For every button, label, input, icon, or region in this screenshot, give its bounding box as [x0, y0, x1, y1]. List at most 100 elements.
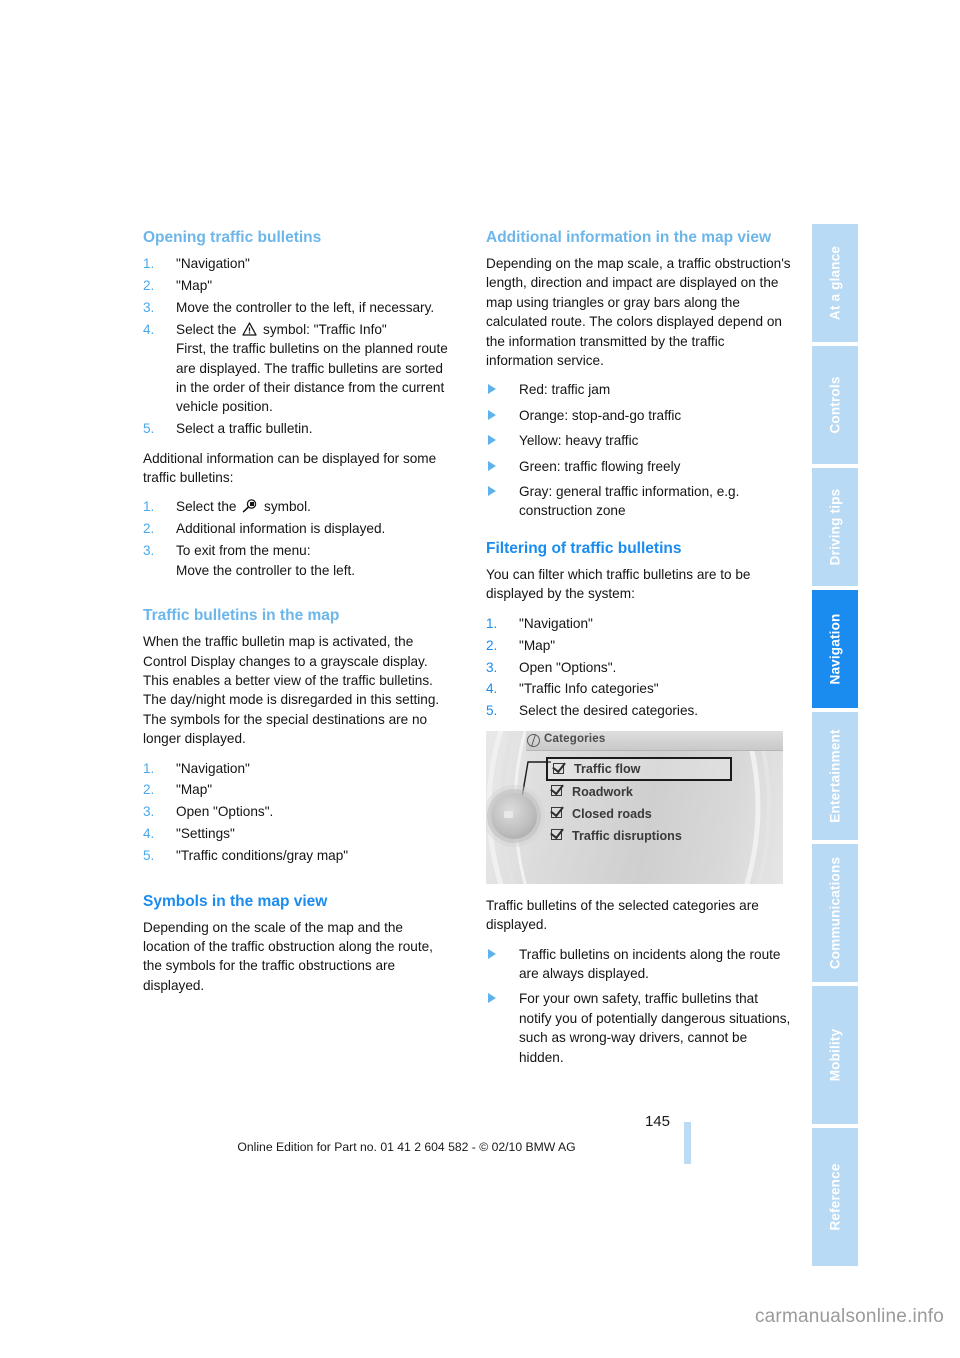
list-item-label: For your own safety, traffic bulletins t… [519, 991, 791, 1065]
figure-list-item-label: Traffic disruptions [572, 828, 682, 843]
list-item-label: Orange: stop-and-go traffic [519, 407, 682, 423]
heading-additional-information-map-view: Additional information in the map view [486, 229, 772, 246]
step-text-before-icon: Select the [176, 499, 237, 515]
step-number: 3. [143, 543, 155, 559]
step-text-after-icon: symbol. [264, 499, 311, 515]
triangle-bullet-icon [488, 409, 496, 420]
figure-list-item-label: Closed roads [572, 806, 652, 821]
step-item: 5. "Traffic conditions/gray map" [143, 846, 449, 865]
step-item: 2. "Map" [486, 636, 792, 655]
list-item: Traffic bulletins on incidents along the… [486, 945, 792, 984]
steps-opening-traffic-bulletins: 1. "Navigation" 2. "Map" 3. Move the con… [143, 254, 449, 439]
list-item: Red: traffic jam [486, 380, 792, 399]
step-item: 3. Move the controller to the left, if n… [143, 298, 449, 317]
step-number: 3. [143, 299, 155, 315]
steps-traffic-bulletins-map: 1. "Navigation" 2. "Map" 3. Open "Option… [143, 759, 449, 866]
step-text: Select a traffic bulletin. [176, 421, 313, 437]
step-item: 4. "Traffic Info categories" [486, 679, 792, 698]
sidebar-tab-entertainment[interactable]: Entertainment [812, 712, 858, 842]
step-item: 4. "Settings" [143, 824, 449, 843]
step-item: 2. "Map" [143, 276, 449, 295]
step-item: 4. Select the symbol: "Traffic Info" Fir… [143, 320, 449, 417]
sidebar-tab-label: Controls [827, 376, 843, 434]
triangle-bullet-icon [488, 384, 496, 395]
step-number: 2. [486, 637, 498, 653]
figure-category-list: Traffic flow Roadwork Closed roads Traff… [546, 756, 732, 847]
list-item-label: Green: traffic flowing freely [519, 458, 681, 474]
sidebar-tab-controls[interactable]: Controls [812, 346, 858, 466]
sidebar-tab-communications[interactable]: Communications [812, 844, 858, 984]
figure-list-item[interactable]: Traffic disruptions [546, 825, 732, 847]
page-number: 145 [644, 1113, 670, 1130]
figure-list-item-selected[interactable]: Traffic flow [546, 756, 732, 781]
step-number: 4. [143, 321, 155, 337]
sidebar-tab-at-a-glance[interactable]: At a glance [812, 224, 858, 344]
footer-accent-bar [684, 1122, 691, 1164]
figure-list-item[interactable]: Roadwork [546, 781, 732, 803]
list-item-label: Yellow: heavy traffic [519, 433, 639, 449]
step-number: 5. [486, 703, 498, 719]
step-text: Additional information is displayed. [176, 521, 386, 537]
footer-edition-line: Online Edition for Part no. 01 41 2 604 … [237, 1140, 576, 1154]
manual-page: At a glance Controls Driving tips Navigatio… [0, 0, 960, 1358]
step-text-before-icon: Select the [176, 321, 237, 337]
right-text-column: Additional information in the map view D… [486, 228, 792, 1077]
step-number: 3. [143, 804, 155, 820]
step-text: "Settings" [176, 826, 235, 842]
checkbox-checked-icon[interactable] [551, 784, 562, 796]
step-item: 1. "Navigation" [143, 759, 449, 778]
checkbox-checked-icon[interactable] [553, 762, 564, 774]
step-item: 3. Open "Options". [486, 658, 792, 677]
step-subtext: First, the traffic bulletins on the plan… [176, 341, 448, 415]
paragraph-filtering-intro: You can filter which traffic bulletins a… [486, 566, 751, 602]
step-item: 1. Select the symbol. [143, 497, 449, 516]
heading-opening-traffic-bulletins: Opening traffic bulletins [143, 229, 322, 246]
sidebar-tab-driving-tips[interactable]: Driving tips [812, 468, 858, 588]
sidebar-tab-label: Driving tips [827, 488, 843, 566]
step-text: "Map" [519, 637, 556, 653]
sidebar-tab-mobility[interactable]: Mobility [812, 986, 858, 1126]
list-filtering-notes: Traffic bulletins on incidents along the… [486, 945, 792, 1067]
triangle-bullet-icon [488, 948, 496, 959]
paragraph-traffic-bulletins-in-the-map: When the traffic bulletin map is activat… [143, 634, 440, 747]
checkbox-checked-icon[interactable] [551, 828, 562, 840]
checkbox-checked-icon[interactable] [551, 806, 562, 818]
step-item: 3. To exit from the menu: Move the contr… [143, 541, 449, 580]
list-item: Yellow: heavy traffic [486, 431, 792, 450]
sidebar-tab-reference[interactable]: Reference [812, 1128, 858, 1268]
step-text: Open "Options". [519, 659, 617, 675]
step-text-after-icon: symbol: "Traffic Info" [263, 321, 387, 337]
step-text: "Navigation" [176, 760, 250, 776]
step-item: 1. "Navigation" [143, 254, 449, 273]
figure-title: Categories [544, 732, 606, 745]
list-item-label: Traffic bulletins on incidents along the… [519, 946, 781, 981]
step-number: 1. [143, 256, 155, 271]
step-item: 5. Select the desired categories. [486, 701, 792, 720]
step-item: 2. Additional information is displayed. [143, 519, 449, 538]
step-number: 2. [143, 277, 155, 293]
steps-filtering-traffic-bulletins: 1. "Navigation" 2. "Map" 3. Open "Option… [486, 614, 792, 721]
figure-list-item-label: Roadwork [572, 784, 633, 799]
step-number: 1. [143, 760, 155, 776]
step-number: 2. [143, 782, 155, 798]
list-item: Gray: general traffic information, e.g. … [486, 482, 792, 521]
step-item: 1. "Navigation" [486, 614, 792, 633]
figure-list-item[interactable]: Closed roads [546, 803, 732, 825]
sidebar-tab-label: Entertainment [827, 729, 843, 823]
sidebar-tab-navigation[interactable]: Navigation [812, 590, 858, 710]
step-item: 2. "Map" [143, 780, 449, 799]
step-number: 1. [486, 615, 498, 631]
step-text: "Navigation" [176, 256, 250, 271]
triangle-bullet-icon [488, 486, 496, 497]
paragraph-additional-information-map-view: Depending on the map scale, a traffic ob… [486, 256, 791, 369]
sidebar-tab-label: Reference [827, 1163, 843, 1231]
list-traffic-colors: Red: traffic jam Orange: stop-and-go tra… [486, 380, 792, 520]
list-item: For your own safety, traffic bulletins t… [486, 989, 792, 1067]
section-tab-rail: At a glance Controls Driving tips Navigatio… [812, 224, 858, 1268]
step-text: "Traffic Info categories" [519, 681, 659, 697]
paragraph-symbols-in-the-map-view: Depending on the scale of the map and th… [143, 919, 433, 993]
warning-triangle-icon [242, 322, 257, 336]
step-number: 2. [143, 521, 155, 537]
left-text-column: Opening traffic bulletins 1. "Navigation… [143, 228, 449, 1005]
step-number: 3. [486, 659, 498, 675]
